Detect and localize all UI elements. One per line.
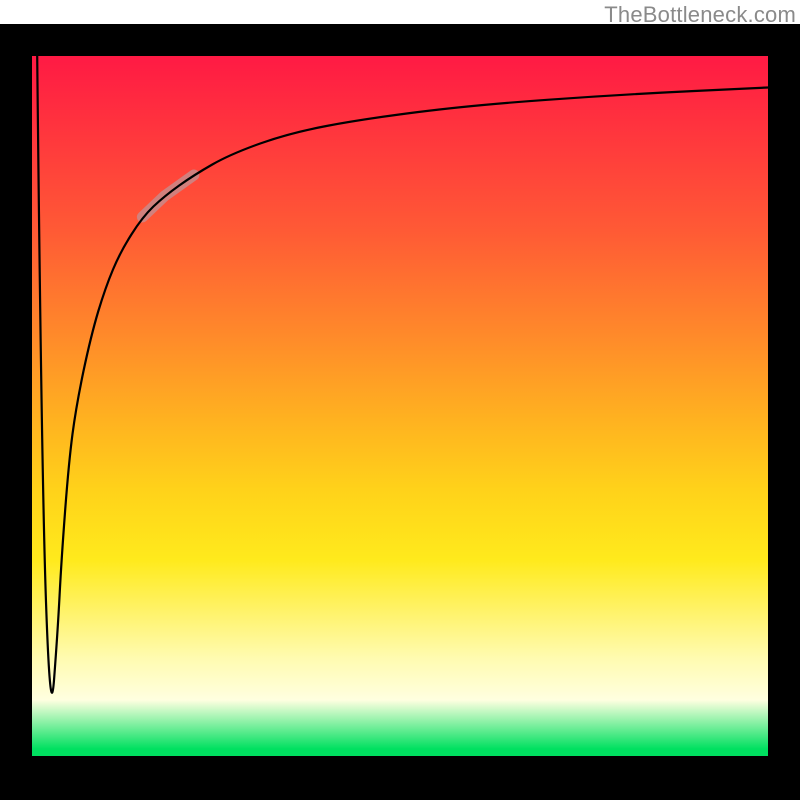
chart-plot-area bbox=[32, 56, 768, 756]
chart-svg bbox=[32, 56, 768, 756]
bottleneck-curve bbox=[37, 56, 768, 693]
